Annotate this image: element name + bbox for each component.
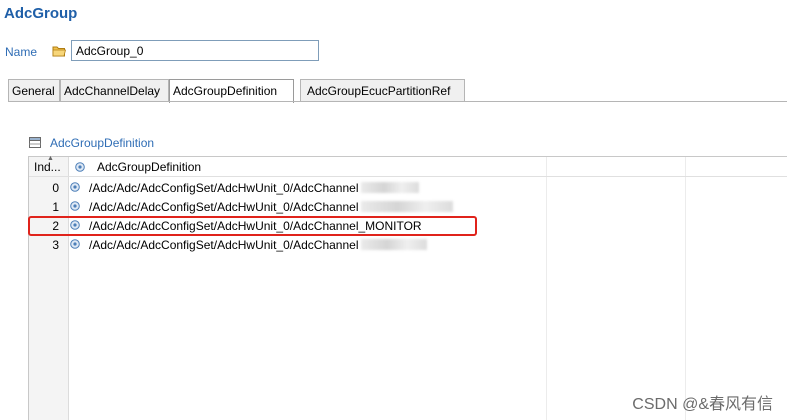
sort-arrow-icon: ▲ — [47, 155, 54, 162]
row-reference-path: /Adc/Adc/AdcConfigSet/AdcHwUnit_0/AdcCha… — [89, 181, 420, 195]
tab-general[interactable]: General — [8, 79, 60, 102]
table-header: Ind... ▲ AdcGroupDefinition — [29, 155, 787, 177]
row-index: 1 — [52, 200, 59, 214]
folder-icon — [52, 46, 66, 57]
path-text: /Adc/Adc/AdcConfigSet/AdcHwUnit_0/AdcCha… — [89, 181, 359, 195]
tab-divider — [8, 101, 787, 102]
reference-icon — [70, 182, 80, 192]
column-header-definition[interactable]: AdcGroupDefinition — [97, 160, 201, 174]
table-row[interactable]: 0 /Adc/Adc/AdcConfigSet/AdcHwUnit_0/AdcC… — [29, 178, 787, 197]
watermark: CSDN @&春风有信 — [632, 396, 773, 413]
redacted-text — [361, 201, 454, 212]
name-label: Name — [5, 45, 38, 59]
redacted-text — [361, 182, 420, 193]
row-index: 3 — [52, 238, 59, 252]
tab-adcgroupdefinition[interactable]: AdcGroupDefinition — [169, 79, 294, 103]
row-reference-path: /Adc/Adc/AdcConfigSet/AdcHwUnit_0/AdcCha… — [89, 238, 428, 252]
section-title: AdcGroupDefinition — [50, 136, 155, 150]
column-header-index[interactable]: Ind... — [34, 160, 61, 174]
reference-icon — [70, 239, 80, 249]
table-row[interactable]: 1 /Adc/Adc/AdcConfigSet/AdcHwUnit_0/AdcC… — [29, 197, 787, 216]
tab-label: AdcGroupEcucPartitionRef — [307, 84, 451, 98]
reference-icon — [70, 201, 80, 211]
group-definition-table: Ind... ▲ AdcGroupDefinition 0 /Adc/Adc/A… — [28, 155, 787, 420]
table-icon — [29, 137, 41, 148]
path-text: /Adc/Adc/AdcConfigSet/AdcHwUnit_0/AdcCha… — [89, 200, 359, 214]
redacted-text — [361, 239, 428, 250]
selection-highlight-box — [28, 216, 477, 236]
tab-label: AdcChannelDelay — [64, 84, 161, 98]
tab-label: General — [12, 84, 55, 98]
reference-icon — [75, 162, 85, 172]
tab-adcgroupecucpartitionref[interactable]: AdcGroupEcucPartitionRef — [300, 79, 465, 102]
row-reference-path: /Adc/Adc/AdcConfigSet/AdcHwUnit_0/AdcCha… — [89, 200, 454, 214]
name-field[interactable] — [71, 40, 319, 61]
tab-adcchanneldelay[interactable]: AdcChannelDelay — [60, 79, 169, 102]
table-row[interactable]: 3 /Adc/Adc/AdcConfigSet/AdcHwUnit_0/AdcC… — [29, 235, 787, 254]
editor-title: AdcGroup — [4, 5, 78, 22]
tab-label: AdcGroupDefinition — [173, 84, 278, 98]
path-text: /Adc/Adc/AdcConfigSet/AdcHwUnit_0/AdcCha… — [89, 238, 359, 252]
row-index: 0 — [52, 181, 59, 195]
